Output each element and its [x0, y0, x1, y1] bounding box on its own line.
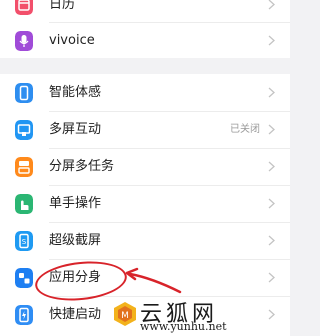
screenshot-icon: S	[15, 231, 33, 251]
chevron-right-icon	[268, 309, 275, 320]
split-screen-icon	[15, 157, 33, 177]
settings-item-one-hand[interactable]: 单手操作	[0, 185, 290, 222]
watermark-logo-icon: M	[114, 302, 136, 326]
settings-item-label: vivoice	[49, 33, 95, 48]
settings-item-label: 分屏多任务	[49, 159, 115, 174]
chevron-right-icon	[268, 87, 275, 98]
settings-item-label: 多屏互动	[49, 122, 102, 137]
settings-item-label: 单手操作	[49, 196, 102, 211]
settings-item-calendar[interactable]: 日历	[0, 0, 290, 23]
settings-item-label: 快捷启动	[49, 307, 102, 322]
settings-item-split-screen[interactable]: 分屏多任务	[0, 148, 290, 185]
cast-icon	[15, 120, 33, 140]
settings-item-vivoice[interactable]: vivoice	[0, 22, 290, 59]
watermark-url: www.yunhu.net	[140, 320, 227, 333]
calendar-icon	[15, 0, 33, 15]
chevron-right-icon	[268, 235, 275, 246]
hand-icon	[15, 194, 33, 214]
chevron-right-icon	[268, 124, 275, 135]
svg-text:S: S	[22, 238, 27, 246]
settings-item-super-screenshot[interactable]: S 超级截屏	[0, 222, 290, 259]
settings-item-label: 智能体感	[49, 85, 102, 100]
section-gap	[0, 58, 290, 74]
microphone-icon	[15, 31, 33, 51]
svg-text:M: M	[121, 311, 129, 321]
annotation-arrow-icon	[125, 267, 182, 294]
app-clone-icon	[15, 268, 33, 288]
settings-page: 日历 vivoice 智能体感 多屏互动 已关闭 分屏多任务 单手操作 S 超级…	[0, 0, 290, 336]
status-value: 已关闭	[230, 124, 260, 135]
chevron-right-icon	[268, 161, 275, 172]
phone-motion-icon	[15, 83, 33, 103]
settings-item-label: 超级截屏	[49, 233, 102, 248]
chevron-right-icon	[268, 0, 275, 10]
settings-item-smart-motion[interactable]: 智能体感	[0, 74, 290, 111]
settings-item-multi-screen[interactable]: 多屏互动 已关闭	[0, 111, 290, 148]
chevron-right-icon	[268, 35, 275, 46]
quick-launch-icon	[15, 305, 33, 325]
chevron-right-icon	[268, 272, 275, 283]
settings-item-label: 日历	[49, 0, 76, 12]
top-settings-group: 日历 vivoice	[0, 0, 290, 58]
chevron-right-icon	[268, 198, 275, 209]
